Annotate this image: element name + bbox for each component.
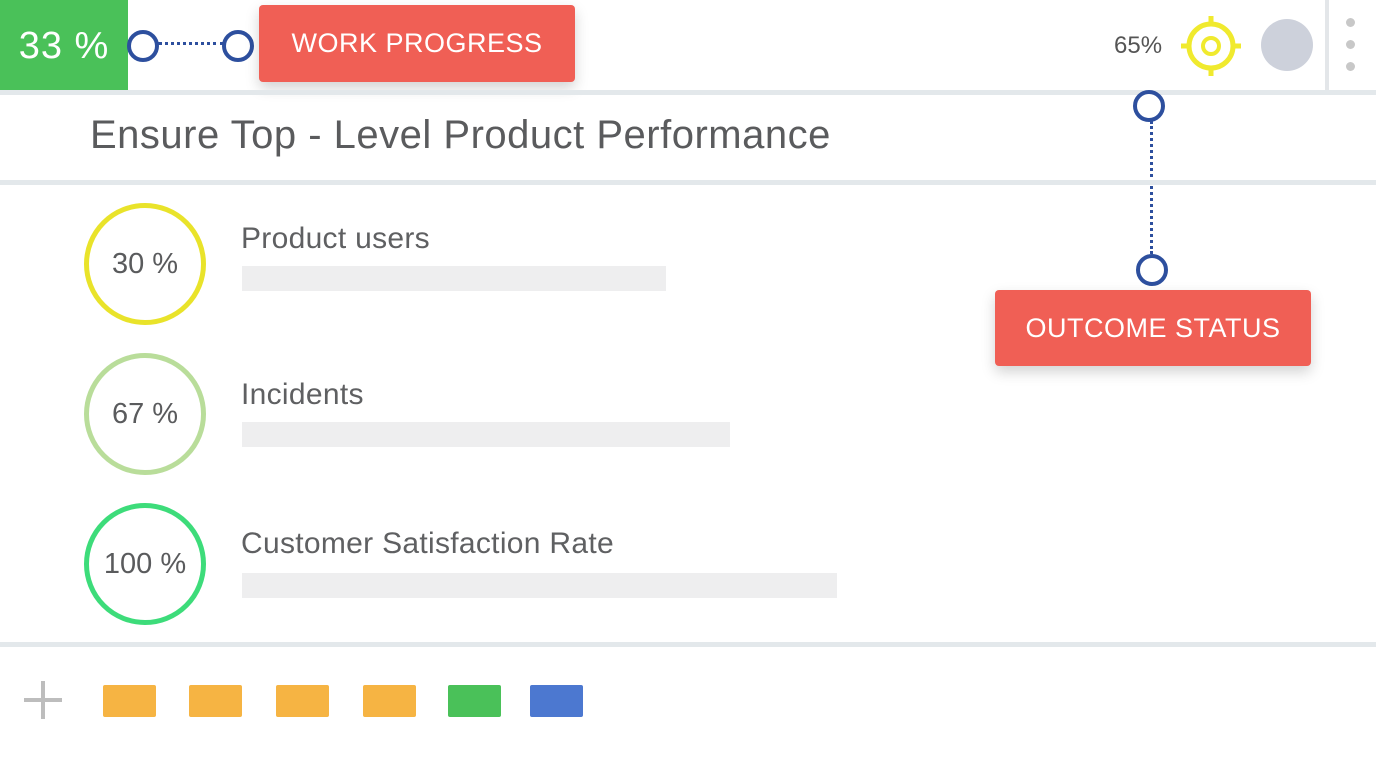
tag-swatch[interactable]	[448, 685, 501, 717]
metric-placeholder-bar	[242, 266, 666, 291]
metric-placeholder-bar	[242, 422, 730, 447]
tag-swatch[interactable]	[363, 685, 416, 717]
metric-placeholder-bar	[242, 573, 837, 598]
tag-swatch[interactable]	[103, 685, 156, 717]
metric-label[interactable]: Product users	[241, 222, 430, 256]
header-divider	[1325, 0, 1329, 90]
connector-dot	[1136, 254, 1168, 286]
metric-label[interactable]: Customer Satisfaction Rate	[241, 527, 614, 561]
metric-percent-ring: 100 %	[84, 503, 206, 625]
connector-line	[1150, 121, 1153, 254]
connector-line	[158, 42, 224, 45]
avatar[interactable]	[1261, 19, 1313, 71]
metric-percent-ring: 67 %	[84, 353, 206, 475]
connector-dot	[1133, 90, 1165, 122]
page-title[interactable]: Ensure Top - Level Product Performance	[90, 113, 831, 158]
objective-card: 33 % WORK PROGRESS 65% Ensure Top - Leve…	[0, 0, 1376, 758]
progress-badge: 33 %	[0, 0, 128, 93]
tag-swatch[interactable]	[530, 685, 583, 717]
connector-dot	[127, 30, 159, 62]
more-options-icon[interactable]	[1343, 16, 1357, 76]
connector-dot	[222, 30, 254, 62]
metric-label[interactable]: Incidents	[241, 378, 364, 412]
outcome-status-percent: 65%	[1114, 32, 1163, 59]
add-icon[interactable]	[24, 681, 62, 719]
tag-swatch[interactable]	[276, 685, 329, 717]
metric-percent-ring: 30 %	[84, 203, 206, 325]
title-separator	[0, 180, 1376, 185]
target-icon[interactable]	[1180, 15, 1242, 77]
work-progress-callout: WORK PROGRESS	[259, 5, 575, 82]
outcome-status-callout: OUTCOME STATUS	[995, 290, 1311, 366]
header-separator	[0, 90, 1376, 95]
footer-separator	[0, 642, 1376, 647]
tag-swatch[interactable]	[189, 685, 242, 717]
